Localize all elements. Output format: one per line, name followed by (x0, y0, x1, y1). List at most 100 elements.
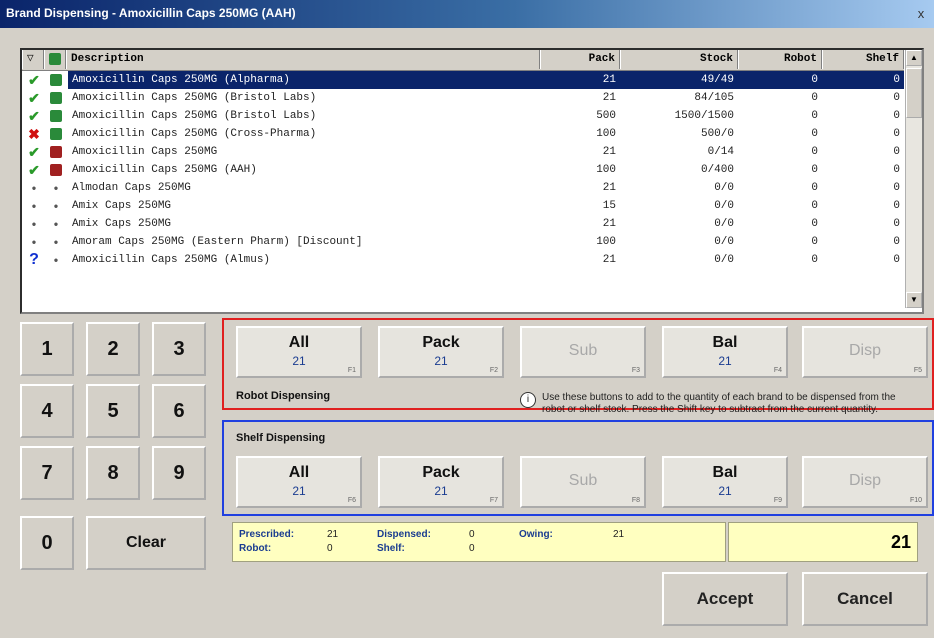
robot-all-button[interactable]: All 21 F1 (236, 326, 362, 378)
row-description: Amoxicillin Caps 250MG (Almus) (72, 254, 271, 266)
row-stock: 84/105 (694, 92, 734, 104)
row-description: Almodan Caps 250MG (72, 182, 191, 194)
shelf-dispensing-label: Shelf Dispensing (236, 432, 326, 444)
info-panel: i Use these buttons to add to the quantit… (520, 392, 920, 416)
table-row[interactable]: ✔ Amoxicillin Caps 250MG 21 0/14 0 0 (22, 143, 904, 161)
keypad-3[interactable]: 3 (152, 322, 206, 376)
in-stock-icon: ✔ (28, 162, 40, 178)
keypad-1[interactable]: 1 (20, 322, 74, 376)
prescribed-label: Prescribed: (239, 529, 295, 540)
keypad-0[interactable]: 0 (20, 516, 74, 570)
shelf-all-fkey: F6 (347, 497, 356, 504)
column-header-stock[interactable]: Stock (620, 50, 738, 69)
unknown-icon: ? (29, 251, 39, 268)
table-row[interactable]: ✔ Amoxicillin Caps 250MG (Alpharma) 21 49/4… (22, 71, 904, 89)
package-header-icon[interactable] (44, 50, 66, 69)
row-shelf: 0 (893, 92, 900, 104)
robot-pack-button[interactable]: Pack 21 F2 (378, 326, 504, 378)
column-header-description[interactable]: Description (66, 50, 540, 69)
shelf-sub-button[interactable]: Sub F8 (520, 456, 646, 508)
row-shelf: 0 (893, 182, 900, 194)
package-red-icon (46, 161, 66, 179)
row-robot: 0 (811, 254, 818, 266)
shelf-pack-value: 21 (434, 484, 448, 498)
robot-bal-value: 21 (718, 354, 732, 368)
robot-bal-button[interactable]: Bal 21 F4 (662, 326, 788, 378)
table-row[interactable]: ✖ Amoxicillin Caps 250MG (Cross-Pharma) 10… (22, 125, 904, 143)
keypad-5[interactable]: 5 (86, 384, 140, 438)
table-row[interactable]: ✔ Amoxicillin Caps 250MG (AAH) 100 0/400 0 0 (22, 161, 904, 179)
row-robot: 0 (811, 128, 818, 140)
brand-dispensing-window: Brand Dispensing - Amoxicillin Caps 250M… (0, 0, 934, 638)
row-pack: 21 (602, 182, 616, 194)
owing-label: Owing: (519, 529, 553, 540)
shelf-disp-label: Disp (848, 472, 881, 489)
row-description: Amoxicillin Caps 250MG (Alpharma) (68, 71, 540, 89)
row-shelf: 0 (893, 218, 900, 230)
robot-sub-button[interactable]: Sub F3 (520, 326, 646, 378)
row-robot: 0 (811, 236, 818, 248)
shelf-pack-button[interactable]: Pack 21 F7 (378, 456, 504, 508)
keypad-7[interactable]: 7 (20, 446, 74, 500)
robot-disp-fkey: F5 (913, 367, 922, 374)
table-row[interactable]: ? • Amoxicillin Caps 250MG (Almus) 21 0/0 0 0 (22, 251, 904, 269)
title-bar: Brand Dispensing - Amoxicillin Caps 250M… (0, 0, 934, 28)
robot-disp-button[interactable]: Disp F5 (802, 326, 928, 378)
info-icon: i (520, 392, 536, 408)
keypad-6[interactable]: 6 (152, 384, 206, 438)
brand-list-grid[interactable]: ▽ Description Pack Stock Robot Shelf ✔ Am… (20, 48, 924, 314)
robot-all-label: All (288, 334, 310, 351)
row-stock: 0/0 (714, 218, 734, 230)
row-pack: 100 (596, 236, 616, 248)
quantity-summary: Prescribed: 21 Robot: 0 Dispensed: 0 She… (232, 522, 726, 562)
shelf-all-button[interactable]: All 21 F6 (236, 456, 362, 508)
scroll-up-icon[interactable]: ▲ (906, 50, 922, 66)
row-shelf: 0 (893, 128, 900, 140)
row-description: Amoram Caps 250MG (Eastern Pharm) [Disco… (72, 236, 363, 248)
row-stock: 1500/1500 (674, 110, 734, 122)
scroll-thumb[interactable] (906, 68, 922, 118)
package-green-icon (46, 71, 66, 89)
bullet-icon: • (31, 217, 37, 231)
keypad-8[interactable]: 8 (86, 446, 140, 500)
filter-icon[interactable]: ▽ (22, 50, 44, 69)
row-description: Amix Caps 250MG (72, 200, 172, 212)
row-description: Amoxicillin Caps 250MG (AAH) (72, 164, 257, 176)
clear-button[interactable]: Clear (86, 516, 206, 570)
table-row[interactable]: ✔ Amoxicillin Caps 250MG (Bristol Labs) 21… (22, 89, 904, 107)
row-shelf: 0 (893, 200, 900, 212)
prescribed-value: 21 (327, 529, 339, 540)
scroll-down-icon[interactable]: ▼ (906, 292, 922, 308)
bullet-icon: • (53, 199, 59, 213)
row-shelf: 0 (893, 110, 900, 122)
keypad-2[interactable]: 2 (86, 322, 140, 376)
row-stock: 500/0 (700, 128, 734, 140)
column-header-pack[interactable]: Pack (540, 50, 620, 69)
robot-sub-label: Sub (568, 342, 598, 359)
table-row[interactable]: • • Amix Caps 250MG 15 0/0 0 0 (22, 197, 904, 215)
info-text: Use these buttons to add to the quantity… (542, 392, 896, 415)
cancel-button[interactable]: Cancel (802, 572, 928, 626)
row-description: Amoxicillin Caps 250MG (Bristol Labs) (72, 92, 317, 104)
dispensed-value: 0 (469, 529, 475, 540)
keypad-4[interactable]: 4 (20, 384, 74, 438)
shelf-bal-button[interactable]: Bal 21 F9 (662, 456, 788, 508)
robot-sub-fkey: F3 (631, 367, 640, 374)
robot-bal-label: Bal (712, 334, 738, 351)
vertical-scrollbar[interactable]: ▲ ▼ (905, 50, 922, 308)
row-description: Amoxicillin Caps 250MG (Cross-Pharma) (72, 128, 317, 140)
table-row[interactable]: • • Almodan Caps 250MG 21 0/0 0 0 (22, 179, 904, 197)
keypad-9[interactable]: 9 (152, 446, 206, 500)
table-row[interactable]: ✔ Amoxicillin Caps 250MG (Bristol Labs) 50… (22, 107, 904, 125)
row-robot: 0 (811, 164, 818, 176)
table-row[interactable]: • • Amix Caps 250MG 21 0/0 0 0 (22, 215, 904, 233)
shelf-disp-button[interactable]: Disp F10 (802, 456, 928, 508)
column-header-robot[interactable]: Robot (738, 50, 822, 69)
row-shelf: 0 (893, 254, 900, 266)
column-header-shelf[interactable]: Shelf (822, 50, 904, 69)
table-row[interactable]: • • Amoram Caps 250MG (Eastern Pharm) [Dis… (22, 233, 904, 251)
row-pack: 100 (596, 128, 616, 140)
accept-button[interactable]: Accept (662, 572, 788, 626)
row-description: Amoxicillin Caps 250MG (Bristol Labs) (72, 110, 317, 122)
close-icon[interactable]: x (912, 6, 930, 22)
